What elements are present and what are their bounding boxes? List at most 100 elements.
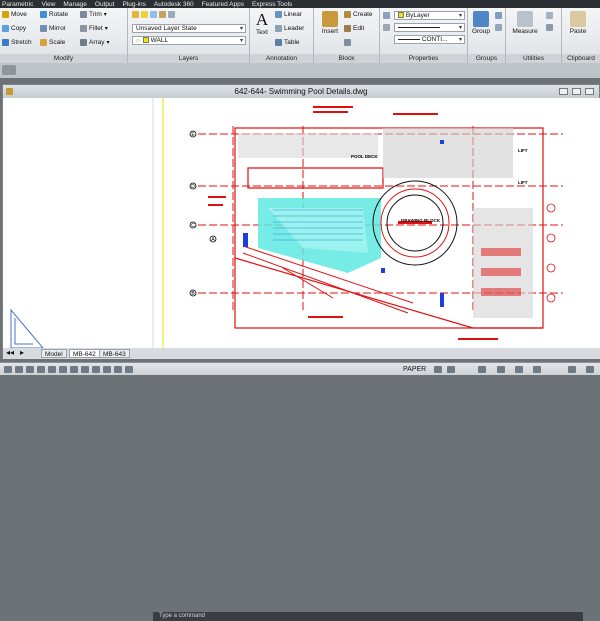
command-line[interactable]: Type a command bbox=[153, 612, 583, 621]
customization-icon[interactable] bbox=[586, 366, 594, 373]
layer-on-icon[interactable] bbox=[141, 11, 148, 18]
block-panel-title[interactable]: Block bbox=[314, 54, 379, 63]
cad-drawing[interactable]: E D C B A LIFT LIFT POOL DECK DRAWING BL… bbox=[3, 98, 600, 349]
mirror-icon bbox=[40, 25, 47, 32]
tab-express-tools[interactable]: Express Tools bbox=[250, 1, 298, 8]
minimize-icon[interactable] bbox=[559, 88, 568, 95]
edit-block-button[interactable]: Edit bbox=[344, 25, 364, 32]
otrack-icon[interactable] bbox=[59, 366, 67, 373]
tab-parametric[interactable]: Parametric bbox=[0, 1, 39, 8]
tab-manage[interactable]: Manage bbox=[61, 1, 93, 8]
layer-iso-icon[interactable] bbox=[168, 11, 175, 18]
properties-panel-title[interactable]: Properties bbox=[380, 54, 467, 63]
trim-button[interactable]: Trim ▾ bbox=[80, 11, 107, 18]
osnap-icon[interactable] bbox=[48, 366, 56, 373]
scale-button[interactable]: Scale bbox=[40, 39, 65, 46]
modify-panel-title[interactable]: Modify bbox=[0, 54, 127, 63]
color-swatch bbox=[398, 12, 404, 19]
room-label-block: DRAWING BLOCK bbox=[401, 218, 441, 223]
mirror-button[interactable]: Mirror bbox=[40, 25, 66, 32]
layers-panel-title[interactable]: Layers bbox=[128, 54, 249, 63]
create-block-button[interactable]: Create bbox=[344, 11, 373, 18]
insert-button[interactable]: Insert bbox=[318, 11, 342, 35]
tab-mb-643[interactable]: MB-643 bbox=[99, 349, 130, 358]
grid-icon[interactable] bbox=[15, 366, 23, 373]
fillet-button[interactable]: Fillet ▾ bbox=[80, 25, 108, 32]
clean-screen-icon[interactable] bbox=[568, 366, 576, 373]
layer-dropdown[interactable]: ☼ WALL bbox=[132, 36, 246, 45]
layer-state-dropdown[interactable]: Unsaved Layer State bbox=[132, 24, 246, 33]
linetype-dropdown[interactable] bbox=[394, 23, 465, 32]
ungroup-icon[interactable] bbox=[495, 12, 502, 19]
utilities-panel-title[interactable]: Utilities bbox=[506, 54, 561, 63]
text-button[interactable]: A Text bbox=[252, 11, 272, 37]
ducs-icon[interactable] bbox=[70, 366, 78, 373]
lineweight-dropdown[interactable]: CONTI... bbox=[394, 35, 465, 44]
copy-button[interactable]: Copy bbox=[2, 25, 26, 32]
tab-model[interactable]: Model bbox=[41, 349, 67, 358]
layer-lock-icon[interactable] bbox=[159, 11, 166, 18]
polar-icon[interactable] bbox=[37, 366, 45, 373]
block-attribute-button[interactable] bbox=[344, 39, 351, 46]
lock-icon[interactable] bbox=[497, 366, 505, 373]
tab-autodesk-360[interactable]: Autodesk 360 bbox=[152, 1, 200, 8]
color-dropdown[interactable]: ByLayer bbox=[394, 11, 465, 20]
stretch-button[interactable]: Stretch bbox=[2, 39, 32, 46]
group-button[interactable]: Group bbox=[471, 11, 491, 35]
hardware-acceleration-icon[interactable] bbox=[515, 366, 523, 373]
paste-icon bbox=[570, 11, 586, 27]
layer-properties-icon[interactable] bbox=[132, 11, 139, 18]
groups-panel-title[interactable]: Groups bbox=[468, 54, 505, 63]
restore-icon[interactable] bbox=[572, 88, 581, 95]
drawing-canvas[interactable]: E D C B A LIFT LIFT POOL DECK DRAWING BL… bbox=[3, 98, 600, 349]
linetype-preview bbox=[398, 26, 440, 28]
viewport-scale-icon[interactable] bbox=[434, 366, 442, 373]
table-button[interactable]: Table bbox=[275, 39, 300, 46]
next-layout-arrow[interactable]: ▸ bbox=[20, 348, 24, 357]
status-bar: PAPER bbox=[0, 362, 600, 375]
dyn-icon[interactable] bbox=[81, 366, 89, 373]
array-button[interactable]: Array ▾ bbox=[80, 39, 110, 46]
clipboard-panel-title[interactable]: Clipboard bbox=[562, 54, 600, 63]
sun-icon: ☼ bbox=[135, 37, 141, 44]
workspace-icon[interactable] bbox=[478, 366, 486, 373]
measure-button[interactable]: Measure bbox=[510, 11, 540, 35]
linear-button[interactable]: Linear bbox=[275, 11, 302, 18]
selection-cycling-icon[interactable] bbox=[125, 366, 133, 373]
room-label-pool-deck: POOL DECK bbox=[351, 154, 378, 159]
drawing-window: 642-644- Swimming Pool Details.dwg E D C… bbox=[2, 84, 600, 621]
group-edit-icon[interactable] bbox=[495, 24, 502, 31]
file-tab-strip bbox=[0, 63, 600, 78]
annotation-panel-title[interactable]: Annotation bbox=[250, 54, 313, 63]
drawing-tab-icon[interactable] bbox=[2, 65, 16, 75]
match-properties-icon[interactable] bbox=[383, 12, 390, 19]
paper-space-toggle[interactable]: PAPER bbox=[403, 364, 426, 375]
linear-dimension-icon bbox=[275, 11, 282, 18]
layer-color-swatch bbox=[142, 37, 149, 44]
list-icon[interactable] bbox=[383, 24, 390, 31]
close-icon[interactable] bbox=[585, 88, 594, 95]
id-point-icon[interactable] bbox=[546, 24, 553, 31]
lineweight-toggle-icon[interactable] bbox=[92, 366, 100, 373]
move-button[interactable]: Move bbox=[2, 11, 27, 18]
measure-icon bbox=[517, 11, 533, 27]
snap-icon[interactable] bbox=[4, 366, 12, 373]
first-layout-arrow[interactable]: ◂◂ bbox=[6, 348, 14, 357]
paste-button[interactable]: Paste bbox=[565, 11, 591, 35]
tab-mb-642[interactable]: MB-642 bbox=[69, 349, 100, 358]
tab-featured-apps[interactable]: Featured Apps bbox=[200, 1, 250, 8]
ribbon: Move Rotate Trim ▾ Copy Mirror Fillet ▾ St… bbox=[0, 8, 600, 63]
layer-freeze-icon[interactable] bbox=[150, 11, 157, 18]
leader-button[interactable]: Leader bbox=[275, 25, 304, 32]
rotate-button[interactable]: Rotate bbox=[40, 11, 68, 18]
calculator-icon[interactable] bbox=[546, 12, 553, 19]
ortho-icon[interactable] bbox=[26, 366, 34, 373]
tab-view[interactable]: View bbox=[39, 1, 61, 8]
tab-output[interactable]: Output bbox=[93, 1, 121, 8]
isolate-objects-icon[interactable] bbox=[533, 366, 541, 373]
scale-icon bbox=[40, 39, 47, 46]
quick-properties-icon[interactable] bbox=[114, 366, 122, 373]
annotation-scale-icon[interactable] bbox=[447, 366, 455, 373]
tab-plugins[interactable]: Plug-ins bbox=[120, 1, 151, 8]
transparency-icon[interactable] bbox=[103, 366, 111, 373]
